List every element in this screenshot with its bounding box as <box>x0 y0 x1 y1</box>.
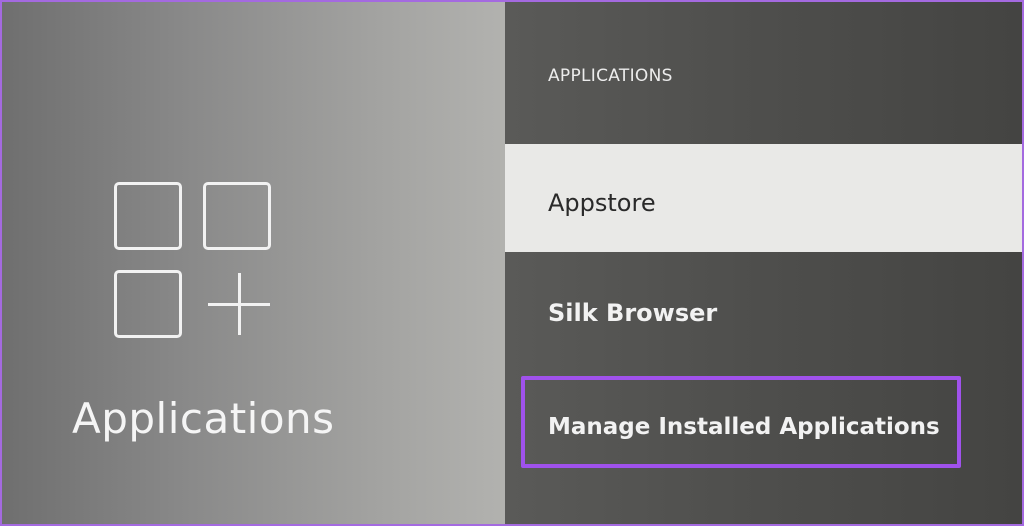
grid-square-top-right <box>203 182 271 250</box>
menu-item-label: Appstore <box>548 189 656 217</box>
plus-vertical-bar <box>238 273 241 335</box>
grid-square-bottom-left <box>114 270 182 338</box>
tv-screen-frame: Applications APPLICATIONS Appstore Silk … <box>0 0 1024 526</box>
menu-section-header: APPLICATIONS <box>548 66 673 86</box>
menu-panel: APPLICATIONS Appstore Silk Browser Manag… <box>505 2 1022 524</box>
category-title: Applications <box>72 394 335 443</box>
menu-item-silk-browser[interactable]: Silk Browser <box>505 286 1022 340</box>
category-panel: Applications <box>2 2 505 524</box>
menu-item-appstore[interactable]: Appstore <box>505 144 1022 252</box>
grid-square-top-left <box>114 182 182 250</box>
highlight-outline <box>521 376 961 468</box>
applications-grid-plus-icon <box>114 182 274 342</box>
menu-item-label: Silk Browser <box>548 299 718 327</box>
